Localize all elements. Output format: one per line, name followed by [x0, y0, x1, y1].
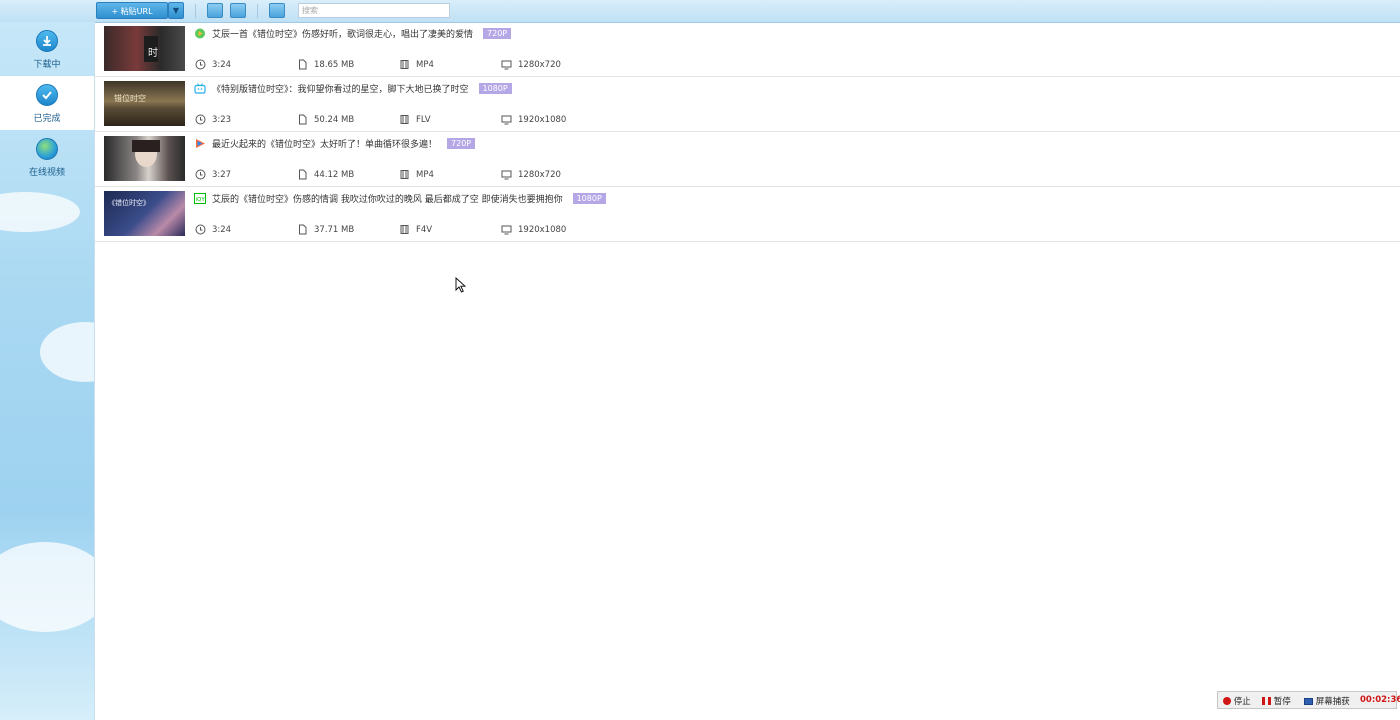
sidebar-item-label: 已完成 [33, 114, 61, 124]
folder-icon[interactable] [269, 3, 285, 18]
screen-capture-button[interactable]: 屏幕捕获 [1304, 695, 1350, 707]
chevron-down-icon: ▼ [172, 6, 180, 15]
file-icon [299, 114, 307, 125]
list-item[interactable]: 时 艾辰一首《错位时空》伤感好听，歌词很走心，唱出了凄美的爱情 720P 3:24… [95, 22, 1400, 77]
recording-timer: 00:02:36 [1360, 695, 1400, 705]
cloud-decoration [40, 322, 94, 382]
cloud-decoration [0, 542, 94, 632]
clock-icon [195, 59, 206, 70]
duration: 3:24 [212, 225, 232, 235]
film-strip-icon [400, 115, 409, 124]
quality-badge: 1080P [478, 83, 512, 94]
video-thumbnail: 错位时空 [104, 81, 185, 126]
resolution: 1920x1080 [518, 225, 567, 235]
video-list: 时 艾辰一首《错位时空》伤感好听，歌词很走心，唱出了凄美的爱情 720P 3:24… [95, 22, 1400, 242]
bilibili-icon [194, 83, 206, 94]
film-strip-icon [400, 225, 409, 234]
pause-icon [1262, 697, 1271, 705]
quality-badge: 720P [447, 138, 476, 149]
toolbar: + 粘贴URL ▼ 搜索 [0, 0, 1400, 23]
iqiyi-icon: iQY [194, 193, 206, 204]
play-source-icon [195, 28, 205, 39]
list-item[interactable]: 最近火起来的《错位时空》太好听了！单曲循环很多遍！ 720P 3:27 44.12… [95, 132, 1400, 187]
globe-icon [36, 138, 58, 160]
clock-icon [195, 224, 206, 235]
monitor-icon [1304, 698, 1313, 705]
clock-icon [195, 169, 206, 180]
list-item[interactable]: 《错位时空》 iQY 艾辰的《错位时空》伤感的情调 我吹过你吹过的晚风 最后都成… [95, 187, 1400, 242]
sidebar: 下载中 已完成 在线视频 [0, 22, 95, 720]
file-size: 37.71 MB [314, 225, 355, 235]
stop-button[interactable]: 停止 [1223, 695, 1251, 707]
svg-text:错位时空: 错位时空 [114, 93, 146, 103]
paste-url-button[interactable]: + 粘贴URL [96, 2, 168, 19]
video-title[interactable]: 《特别版错位时空》：我仰望你看过的星空，脚下大地已换了时空 1080P [212, 82, 512, 95]
pause-button[interactable]: 暂停 [1262, 695, 1291, 707]
file-format: MP4 [416, 170, 434, 180]
file-icon [299, 59, 307, 70]
file-format: FLV [416, 115, 431, 125]
svg-text:iQY: iQY [196, 197, 206, 203]
file-icon [299, 224, 307, 235]
resolution: 1920x1080 [518, 115, 567, 125]
file-size: 50.24 MB [314, 115, 355, 125]
screen-recorder-bar: 停止 暂停 屏幕捕获 00:02:36 [1217, 691, 1400, 709]
file-format: F4V [416, 225, 433, 235]
search-input[interactable]: 搜索 [298, 3, 450, 18]
video-thumbnail: 时 [104, 26, 185, 71]
resolution: 1280x720 [518, 170, 561, 180]
monitor-icon [501, 115, 512, 125]
paste-url-dropdown[interactable]: ▼ [168, 2, 184, 19]
download-icon [36, 30, 58, 52]
resolution: 1280x720 [518, 60, 561, 70]
file-icon [299, 169, 307, 180]
cloud-decoration [0, 192, 80, 232]
toolbar-divider [195, 4, 196, 18]
file-size: 18.65 MB [314, 60, 355, 70]
sidebar-item-label: 下载中 [33, 60, 61, 70]
svg-text:时: 时 [148, 47, 158, 59]
sidebar-item-completed[interactable]: 已完成 [0, 76, 94, 130]
sidebar-item-online-video[interactable]: 在线视频 [0, 130, 94, 184]
video-title[interactable]: 艾辰一首《错位时空》伤感好听，歌词很走心，唱出了凄美的爱情 720P [212, 27, 512, 40]
play-icon[interactable] [207, 3, 223, 18]
clock-icon [195, 114, 206, 125]
film-strip-icon [400, 170, 409, 179]
video-title[interactable]: 最近火起来的《错位时空》太好听了！单曲循环很多遍！ 720P [212, 137, 476, 150]
monitor-icon [501, 225, 512, 235]
check-icon [36, 84, 58, 106]
record-stop-icon [1223, 697, 1231, 705]
sidebar-item-downloading[interactable]: 下载中 [0, 22, 94, 76]
duration: 3:24 [212, 60, 232, 70]
sidebar-item-label: 在线视频 [28, 168, 65, 178]
quality-badge: 720P [483, 28, 512, 39]
video-title[interactable]: 艾辰的《错位时空》伤感的情调 我吹过你吹过的晚风 最后都成了空 即使消失也要拥抱… [212, 192, 606, 205]
file-size: 44.12 MB [314, 170, 355, 180]
toolbar-divider [257, 4, 258, 18]
mouse-cursor-icon [455, 277, 466, 293]
video-thumbnail: 《错位时空》 [104, 191, 185, 236]
svg-text:《错位时空》: 《错位时空》 [108, 198, 150, 207]
list-item[interactable]: 错位时空 《特别版错位时空》：我仰望你看过的星空，脚下大地已换了时空 1080P … [95, 77, 1400, 132]
monitor-icon [501, 60, 512, 70]
monitor-icon [501, 170, 512, 180]
duration: 3:27 [212, 170, 232, 180]
film-strip-icon [400, 60, 409, 69]
video-thumbnail [104, 136, 185, 181]
tencent-video-icon [196, 139, 205, 148]
quality-badge: 1080P [572, 193, 606, 204]
film-icon[interactable] [230, 3, 246, 18]
duration: 3:23 [212, 115, 232, 125]
file-format: MP4 [416, 60, 434, 70]
